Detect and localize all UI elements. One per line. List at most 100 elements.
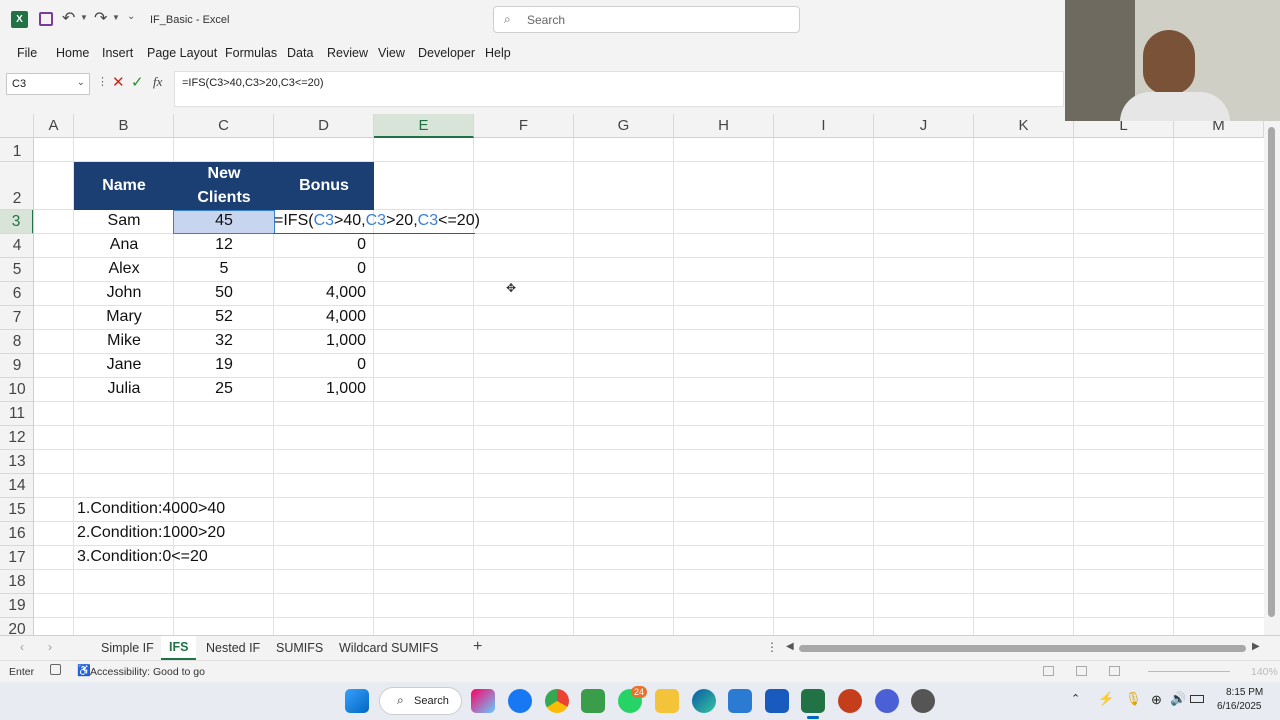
microphone-icon[interactable]: 🎙 <box>1125 691 1142 707</box>
column-header-i[interactable]: I <box>774 114 874 138</box>
normal-view-icon[interactable] <box>1043 666 1054 676</box>
page-break-view-icon[interactable] <box>1109 666 1120 676</box>
tab-review[interactable]: Review <box>327 46 368 60</box>
column-header-k[interactable]: K <box>974 114 1074 138</box>
cell-b8[interactable]: Mike <box>74 332 174 350</box>
customize-qat-icon[interactable]: ⌄ <box>127 11 135 22</box>
scroll-right-icon[interactable]: › <box>48 640 52 654</box>
cell-d10[interactable]: 1,000 <box>274 380 366 398</box>
accessibility-status[interactable]: Accessibility: Good to go <box>90 666 205 678</box>
cell-d9[interactable]: 0 <box>274 356 366 374</box>
row-header-9[interactable]: 9 <box>0 354 33 378</box>
undo-dropdown-icon[interactable]: ▼ <box>80 13 88 22</box>
vertical-scrollbar[interactable] <box>1264 121 1280 635</box>
store-icon[interactable] <box>728 689 752 713</box>
recorder-icon[interactable] <box>911 689 935 713</box>
copilot-icon[interactable] <box>471 689 495 713</box>
sheet-tab-sumifs[interactable]: SUMIFS <box>276 641 323 655</box>
cell-c3[interactable]: 45 <box>174 212 274 230</box>
add-sheet-icon[interactable]: + <box>473 638 482 656</box>
macro-record-icon[interactable] <box>50 664 61 675</box>
row-header-3[interactable]: 3 <box>0 210 33 234</box>
row-header-17[interactable]: 17 <box>0 546 33 570</box>
more-options-icon[interactable]: ⋮ <box>97 75 108 88</box>
column-header-f[interactable]: F <box>474 114 574 138</box>
cell-b10[interactable]: Julia <box>74 380 174 398</box>
row-header-6[interactable]: 6 <box>0 282 33 306</box>
cell-grid[interactable]: Name New Clients Bonus Sam 45 =IFS(C3>40… <box>34 138 1264 635</box>
search-box[interactable]: ⌕ Search <box>493 6 800 33</box>
cell-b3[interactable]: Sam <box>74 212 174 230</box>
row-header-2[interactable]: 2 <box>0 162 33 210</box>
header-bonus[interactable]: Bonus <box>274 162 374 210</box>
horizontal-scrollbar[interactable] <box>799 645 1246 652</box>
facebook-icon[interactable] <box>508 689 532 713</box>
name-box[interactable]: C3 ⌄ <box>6 73 90 95</box>
app-icon[interactable] <box>581 689 605 713</box>
cell-c8[interactable]: 32 <box>174 332 274 350</box>
cell-c5[interactable]: 5 <box>174 260 274 278</box>
chevron-down-icon[interactable]: ⌄ <box>77 77 85 88</box>
cell-b4[interactable]: Ana <box>74 236 174 254</box>
cell-c4[interactable]: 12 <box>174 236 274 254</box>
row-header-16[interactable]: 16 <box>0 522 33 546</box>
column-header-h[interactable]: H <box>674 114 774 138</box>
formula-input[interactable]: =IFS(C3>40,C3>20,C3<=20) <box>174 71 1064 107</box>
zoom-level[interactable]: 140% <box>1251 666 1278 678</box>
tab-home[interactable]: Home <box>56 46 89 60</box>
row-header-10[interactable]: 10 <box>0 378 33 402</box>
row-header-14[interactable]: 14 <box>0 474 33 498</box>
cell-d6[interactable]: 4,000 <box>274 284 366 302</box>
zoom-slider[interactable] <box>1148 671 1230 672</box>
page-layout-view-icon[interactable] <box>1076 666 1087 676</box>
scroll-thumb[interactable] <box>1268 127 1275 617</box>
chevron-up-icon[interactable]: ⌃ <box>1071 692 1080 705</box>
tab-page-layout[interactable]: Page Layout <box>147 46 217 60</box>
file-explorer-icon[interactable] <box>655 689 679 713</box>
row-header-11[interactable]: 11 <box>0 402 33 426</box>
cell-b15[interactable]: 1.Condition:4000>40 <box>77 500 225 518</box>
row-header-19[interactable]: 19 <box>0 594 33 618</box>
speaker-icon[interactable]: 🔊 <box>1170 691 1186 707</box>
scroll-left-icon[interactable]: ‹ <box>20 640 24 654</box>
word-icon[interactable] <box>765 689 789 713</box>
column-header-a[interactable]: A <box>34 114 74 138</box>
cell-c9[interactable]: 19 <box>174 356 274 374</box>
hscroll-left-icon[interactable]: ◀ <box>786 641 794 652</box>
battery-icon[interactable] <box>1190 695 1204 703</box>
globe-icon[interactable]: ⊕ <box>1151 692 1162 708</box>
canva-icon[interactable] <box>875 689 899 713</box>
tab-formulas[interactable]: Formulas <box>225 46 277 60</box>
sheet-tab-nested-if[interactable]: Nested IF <box>206 641 260 655</box>
cell-b5[interactable]: Alex <box>74 260 174 278</box>
sheet-tab-ifs[interactable]: IFS <box>161 636 197 660</box>
cell-d7[interactable]: 4,000 <box>274 308 366 326</box>
tab-file[interactable]: File <box>17 46 37 60</box>
cell-d4[interactable]: 0 <box>274 236 366 254</box>
cell-b17[interactable]: 3.Condition:0<=20 <box>77 548 208 566</box>
row-header-20[interactable]: 20 <box>0 618 33 635</box>
sheet-tab-simple-if[interactable]: Simple IF <box>101 641 154 655</box>
redo-dropdown-icon[interactable]: ▼ <box>112 13 120 22</box>
row-header-8[interactable]: 8 <box>0 330 33 354</box>
cell-c7[interactable]: 52 <box>174 308 274 326</box>
column-header-g[interactable]: G <box>574 114 674 138</box>
enter-icon[interactable]: ✓ <box>131 73 144 91</box>
header-new-clients[interactable]: New Clients <box>174 162 274 210</box>
cancel-icon[interactable]: ✕ <box>112 73 125 91</box>
clock-date[interactable]: 6/16/2025 <box>1217 701 1262 712</box>
redo-icon[interactable]: ↷ <box>94 8 107 28</box>
excel-icon[interactable] <box>801 689 825 713</box>
row-header-7[interactable]: 7 <box>0 306 33 330</box>
cell-c6[interactable]: 50 <box>174 284 274 302</box>
cell-d8[interactable]: 1,000 <box>274 332 366 350</box>
clock-time[interactable]: 8:15 PM <box>1226 687 1263 698</box>
cell-b16[interactable]: 2.Condition:1000>20 <box>77 524 225 542</box>
edge-icon[interactable] <box>692 689 716 713</box>
tab-help[interactable]: Help <box>485 46 511 60</box>
accessibility-icon[interactable]: ♿ <box>77 664 91 677</box>
column-header-c[interactable]: C <box>174 114 274 138</box>
tab-view[interactable]: View <box>378 46 405 60</box>
row-header-4[interactable]: 4 <box>0 234 33 258</box>
insert-function-icon[interactable]: fx <box>153 74 162 90</box>
